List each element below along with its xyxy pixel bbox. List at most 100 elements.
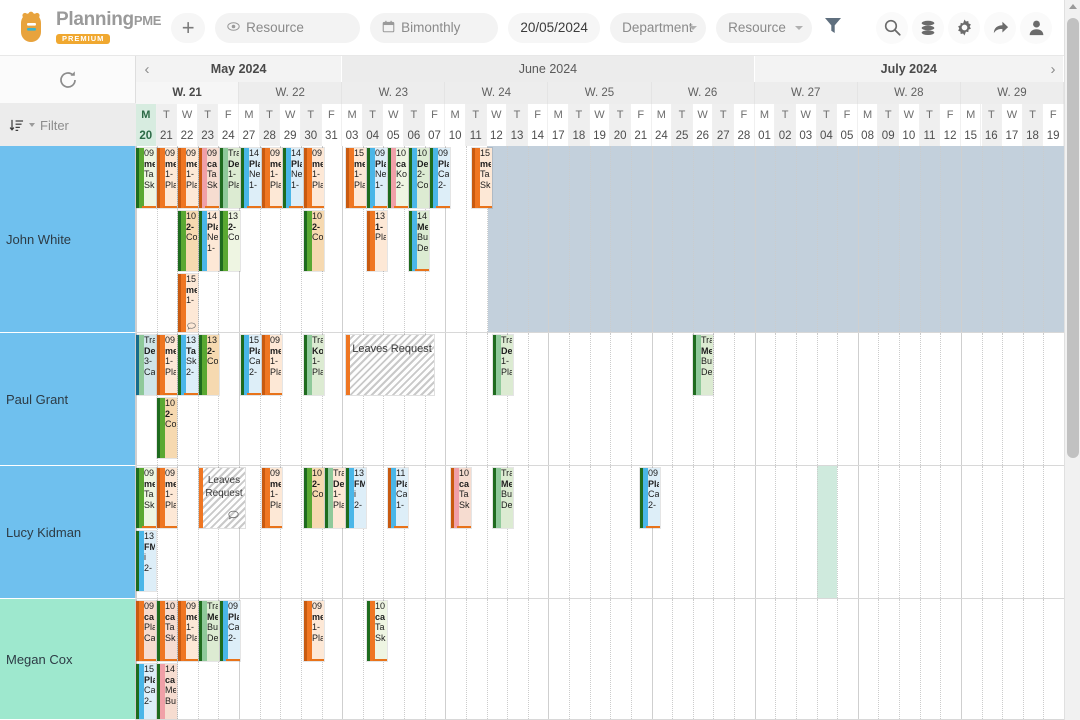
- leave-request-block[interactable]: Leaves Request: [346, 335, 434, 395]
- event-card[interactable]: TraDe1-Pla: [220, 148, 240, 208]
- grid-line: [796, 466, 797, 598]
- event-line: Ta: [144, 169, 155, 180]
- event-line: me: [144, 159, 155, 170]
- next-period-button[interactable]: ›: [1042, 56, 1064, 82]
- event-card[interactable]: 09me1-Pla: [262, 468, 282, 528]
- event-card[interactable]: 132-Co: [220, 211, 240, 271]
- event-card[interactable]: TraMeBuDe: [199, 601, 219, 661]
- database-icon[interactable]: [912, 12, 944, 44]
- grid-line: [940, 333, 941, 465]
- event-card[interactable]: 09caPlaCa: [136, 601, 156, 661]
- event-card[interactable]: 09me1-Pla: [304, 601, 324, 661]
- event-card[interactable]: 14MeBuDe: [409, 211, 429, 271]
- event-line: 1-: [396, 500, 407, 511]
- event-card[interactable]: 10caKo2-: [388, 148, 408, 208]
- event-card[interactable]: 09PlaCa2-: [640, 468, 660, 528]
- day-number-cell: 18: [1023, 125, 1044, 146]
- event-card[interactable]: 09me1-Pla: [157, 148, 177, 208]
- event-card[interactable]: TraKo1-Pla: [304, 335, 324, 395]
- resource-row-header[interactable]: Megan Cox: [0, 599, 136, 720]
- resource-filter[interactable]: Resource: [716, 13, 812, 43]
- event-card[interactable]: 09PlaNe1-: [367, 148, 387, 208]
- event-card[interactable]: 09meTaSk: [136, 468, 156, 528]
- event-card[interactable]: 09me1-Pla: [304, 148, 324, 208]
- event-card[interactable]: 09me1-Pla: [178, 601, 198, 661]
- event-card[interactable]: 102-Co: [304, 211, 324, 271]
- filter-bar[interactable]: Filter: [0, 104, 136, 146]
- event-card[interactable]: 102-Co: [304, 468, 324, 528]
- event-card[interactable]: 11PlaCa1-: [388, 468, 408, 528]
- event-card[interactable]: 14caMeBu: [157, 664, 177, 720]
- date-input[interactable]: 20/05/2024: [508, 13, 600, 43]
- resource-view-selector[interactable]: Resource: [215, 13, 360, 43]
- user-icon[interactable]: [1020, 12, 1052, 44]
- resource-lane[interactable]: Leaves Request09meTaSk09me1-Pla09me1-Pla…: [136, 466, 1064, 599]
- event-card[interactable]: 14PlaNe1-: [199, 211, 219, 271]
- event-card[interactable]: TraDe3-Ca: [136, 335, 156, 395]
- add-button[interactable]: +: [171, 13, 205, 43]
- event-text: 102-Co: [164, 398, 177, 440]
- event-card[interactable]: 131-Pla: [367, 211, 387, 271]
- day-number-cell: 12: [487, 125, 508, 146]
- event-card[interactable]: 09meTaSk: [136, 148, 156, 208]
- event-card[interactable]: 15meTaSk: [472, 148, 492, 208]
- event-card[interactable]: 10caTaSk: [367, 601, 387, 661]
- event-text: TraKo1-Pla: [311, 335, 324, 377]
- event-card[interactable]: 13FMi2-: [346, 468, 366, 528]
- resource-lane[interactable]: Leaves RequestTraDe3-Ca09me1-Pla13TaSk2-…: [136, 333, 1064, 466]
- event-card[interactable]: 10caTaSk: [157, 601, 177, 661]
- event-line: Pla: [291, 159, 302, 170]
- event-card[interactable]: 09me1-Pla: [157, 468, 177, 528]
- event-card[interactable]: 09caTaSk: [199, 148, 219, 208]
- event-card[interactable]: 09me1-Pla: [262, 148, 282, 208]
- refresh-button[interactable]: [0, 56, 136, 104]
- share-icon[interactable]: [984, 12, 1016, 44]
- resource-lane[interactable]: 09meTaSk09me1-Pla09me1-Pla09caTaSkTraDe1…: [136, 146, 1064, 333]
- event-card[interactable]: 15me1-: [178, 274, 198, 333]
- event-line: Pla: [648, 479, 659, 490]
- event-card[interactable]: 15PlaCa2-: [136, 664, 156, 720]
- event-card[interactable]: 15me1-Pla: [346, 148, 366, 208]
- event-card[interactable]: 09me1-Pla: [262, 335, 282, 395]
- resource-lane[interactable]: 09caPlaCa10caTaSk09me1-PlaTraMeBuDe09Pla…: [136, 599, 1064, 720]
- event-line: 2-: [228, 222, 239, 233]
- event-card[interactable]: 13TaSk2-: [178, 335, 198, 395]
- vertical-scrollbar[interactable]: [1064, 0, 1080, 720]
- chevron-down-icon[interactable]: [29, 123, 35, 127]
- event-text: 09PlaCa2-: [227, 601, 240, 643]
- event-card[interactable]: 13FMi2-: [136, 531, 156, 591]
- funnel-icon[interactable]: [822, 14, 844, 41]
- event-card[interactable]: TraMeBuDe: [493, 468, 513, 528]
- resource-row-header[interactable]: John White: [0, 146, 136, 333]
- event-card[interactable]: 09me1-Pla: [157, 335, 177, 395]
- gear-icon[interactable]: [948, 12, 980, 44]
- period-selector[interactable]: Bimonthly: [370, 13, 498, 43]
- grid-line: [982, 146, 983, 332]
- event-card[interactable]: TraDe1-Pla: [325, 468, 345, 528]
- event-card[interactable]: 10De2-Co: [409, 148, 429, 208]
- event-card[interactable]: TraMeBuDe: [693, 335, 713, 395]
- event-card[interactable]: 09PlaCa2-: [220, 601, 240, 661]
- scrollbar-thumb[interactable]: [1067, 18, 1079, 458]
- event-card[interactable]: 09PlaCa2-: [430, 148, 450, 208]
- event-card[interactable]: 10caTaSk: [451, 468, 471, 528]
- resource-row-header[interactable]: Lucy Kidman: [0, 466, 136, 599]
- leave-request-block[interactable]: Leaves Request: [199, 468, 245, 528]
- event-card[interactable]: 102-Co: [178, 211, 198, 271]
- search-icon[interactable]: [876, 12, 908, 44]
- department-filter[interactable]: Department: [610, 13, 706, 43]
- event-card[interactable]: 09me1-Pla: [178, 148, 198, 208]
- event-card[interactable]: 14PlaNe1-: [283, 148, 303, 208]
- sort-icon[interactable]: [6, 118, 26, 133]
- event-card[interactable]: 102-Co: [157, 398, 177, 458]
- event-card[interactable]: 132-Co: [199, 335, 219, 395]
- event-card[interactable]: TraDe1-Pla: [493, 335, 513, 395]
- event-card[interactable]: 15PlaCa2-: [241, 335, 261, 395]
- resource-row-header[interactable]: Paul Grant: [0, 333, 136, 466]
- filter-input[interactable]: Filter: [40, 118, 69, 133]
- event-card[interactable]: 14PlaNe1-: [241, 148, 261, 208]
- scroll-up-arrow-icon[interactable]: [1069, 4, 1077, 9]
- planning-grid: John White09meTaSk09me1-Pla09me1-Pla09ca…: [0, 146, 1064, 720]
- prev-period-button[interactable]: ‹: [136, 56, 158, 82]
- event-text: TraDe1-Pla: [227, 148, 240, 190]
